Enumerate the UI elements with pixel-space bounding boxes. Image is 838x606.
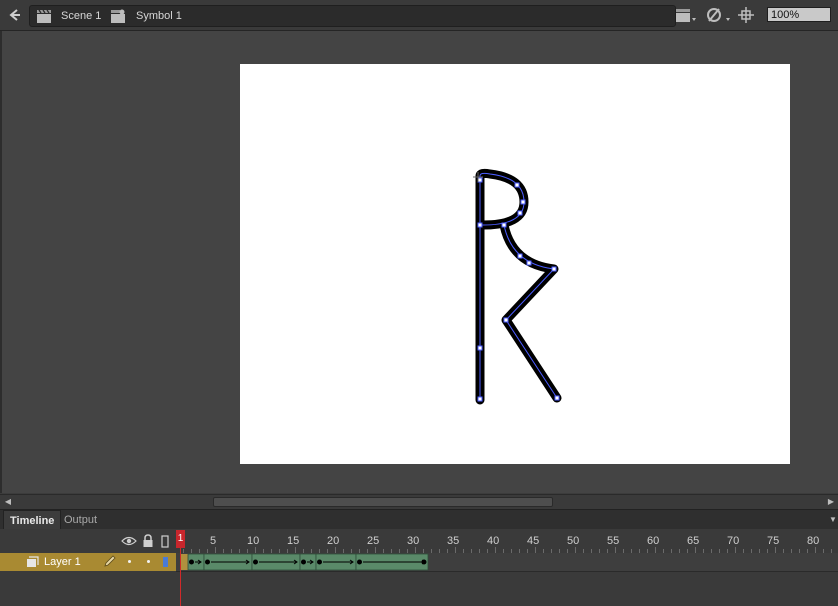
frame-number: 35 bbox=[447, 535, 460, 547]
outline-icon[interactable] bbox=[161, 534, 169, 548]
keyframe-dot[interactable] bbox=[317, 559, 322, 565]
clapperboard-icon bbox=[37, 9, 51, 23]
anchor-points[interactable] bbox=[477, 177, 560, 402]
outline-color-swatch[interactable] bbox=[163, 557, 168, 567]
layer-header bbox=[0, 529, 176, 553]
eye-icon[interactable] bbox=[121, 534, 137, 548]
frame-number: 15 bbox=[287, 535, 300, 547]
visibility-dot[interactable] bbox=[128, 560, 131, 563]
movie-clip-symbol-icon bbox=[111, 9, 125, 23]
frame-number: 45 bbox=[527, 535, 540, 547]
layer-type-icon bbox=[27, 556, 39, 567]
horizontal-scrollbar[interactable]: ◀ ▶ bbox=[0, 494, 838, 509]
frame-number: 25 bbox=[367, 535, 380, 547]
tab-output[interactable]: Output bbox=[58, 510, 103, 530]
playhead[interactable]: 1 bbox=[176, 530, 185, 548]
frames-row[interactable] bbox=[176, 553, 838, 572]
breadcrumb: Scene 1 Symbol 1 bbox=[29, 5, 676, 27]
frame-number: 30 bbox=[407, 535, 420, 547]
lock-icon[interactable] bbox=[142, 534, 154, 548]
keyframe-dot[interactable] bbox=[301, 559, 306, 565]
pencil-icon[interactable] bbox=[103, 555, 116, 568]
timeline-empty-area bbox=[0, 572, 838, 606]
timeline-panel: 5 10 15 20 25 30 35 40 45 50 55 60 65 70 75 80 Layer 1 bbox=[0, 529, 838, 606]
edit-symbols-icon[interactable] bbox=[705, 6, 731, 24]
frame-number: 20 bbox=[327, 535, 340, 547]
scroll-left-icon[interactable]: ◀ bbox=[3, 497, 13, 507]
frame-number: 55 bbox=[607, 535, 620, 547]
layer-name[interactable]: Layer 1 bbox=[44, 555, 81, 569]
selected-path-outline bbox=[479, 172, 558, 400]
breadcrumb-symbol[interactable]: Symbol 1 bbox=[136, 6, 182, 26]
center-stage-icon[interactable] bbox=[738, 6, 754, 24]
keyframe-dot[interactable] bbox=[253, 559, 258, 565]
breadcrumb-scene[interactable]: Scene 1 bbox=[61, 6, 101, 26]
frame-number: 70 bbox=[727, 535, 740, 547]
edit-bar: Scene 1 Symbol 1 100% bbox=[0, 0, 838, 31]
zoom-input[interactable]: 100% bbox=[767, 7, 831, 22]
keyframe-dot[interactable] bbox=[189, 559, 194, 565]
scroll-right-icon[interactable]: ▶ bbox=[826, 497, 836, 507]
frame-number: 5 bbox=[210, 535, 217, 547]
scrollbar-thumb[interactable] bbox=[213, 497, 553, 507]
frame-number: 80 bbox=[807, 535, 820, 547]
panel-tab-bar: Timeline Output ▼ bbox=[0, 509, 838, 531]
frame-number: 50 bbox=[567, 535, 580, 547]
keyframe-dot[interactable] bbox=[421, 559, 427, 565]
keyframe-dot[interactable] bbox=[205, 559, 210, 565]
playhead-line bbox=[180, 548, 181, 606]
back-arrow-icon[interactable] bbox=[6, 7, 22, 23]
frame-number: 40 bbox=[487, 535, 500, 547]
frame-number: 10 bbox=[247, 535, 260, 547]
stroke-shape[interactable] bbox=[475, 168, 562, 405]
lock-dot[interactable] bbox=[147, 560, 150, 563]
panel-menu-icon[interactable]: ▼ bbox=[829, 515, 837, 524]
frame-number: 75 bbox=[767, 535, 780, 547]
frame-number: 60 bbox=[647, 535, 660, 547]
keyframe-dot[interactable] bbox=[357, 559, 362, 565]
frame-ruler[interactable]: 5 10 15 20 25 30 35 40 45 50 55 60 65 70 75 80 bbox=[176, 529, 838, 554]
tab-timeline[interactable]: Timeline bbox=[3, 510, 62, 531]
layer-row[interactable]: Layer 1 bbox=[0, 553, 176, 571]
edit-scene-icon[interactable] bbox=[675, 6, 697, 24]
frame-number: 65 bbox=[687, 535, 700, 547]
keyframe-cell[interactable] bbox=[180, 554, 188, 570]
letter-r-artwork[interactable] bbox=[240, 64, 790, 464]
